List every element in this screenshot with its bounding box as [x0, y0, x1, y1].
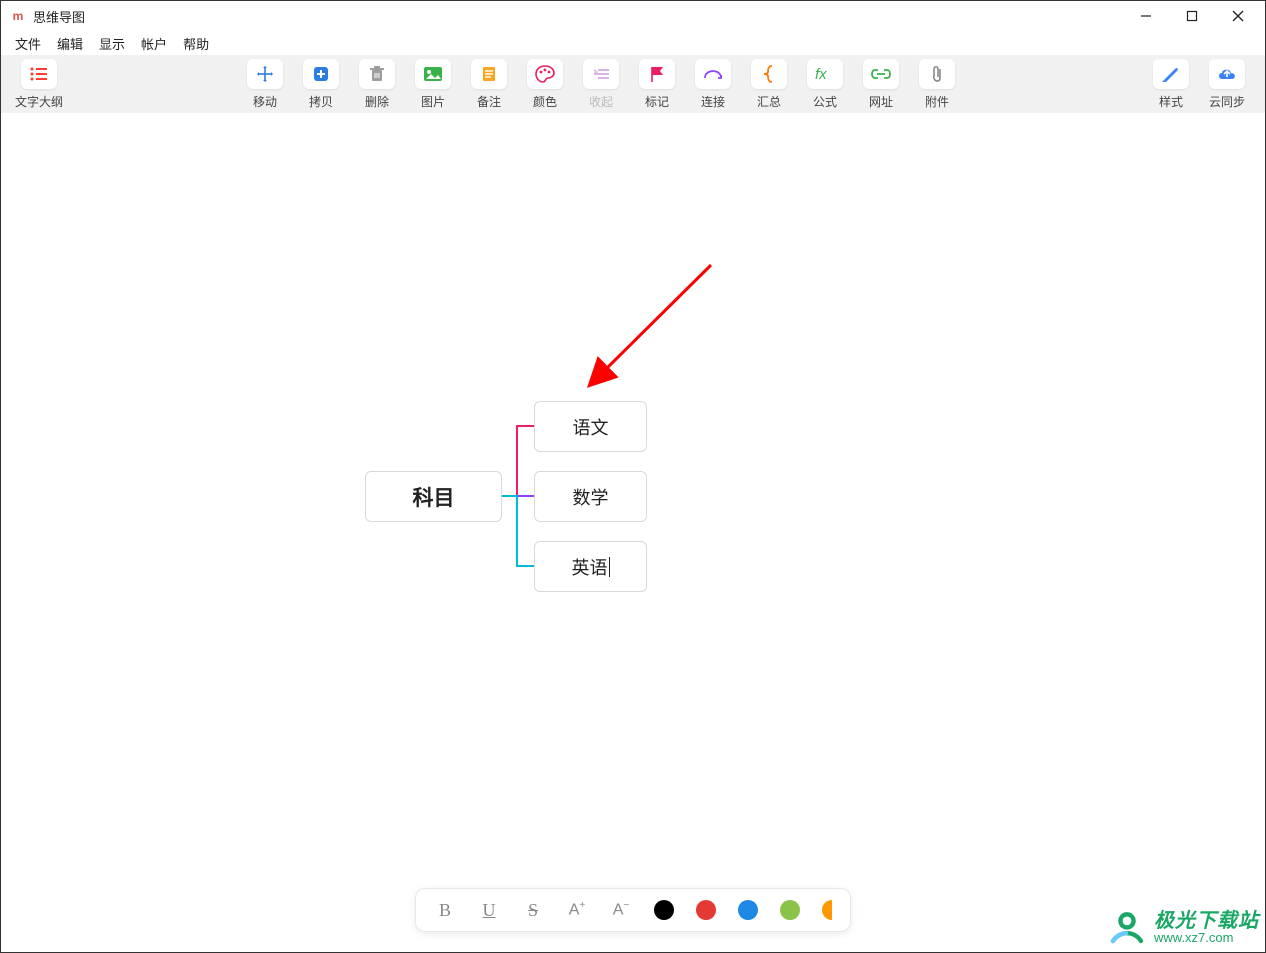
summary-button[interactable]: 汇总 — [741, 59, 797, 110]
toolbar: 文字大纲 移动 拷贝 删除 图片 备注 — [1, 55, 1265, 113]
copy-icon — [303, 59, 339, 89]
bold-button[interactable]: B — [434, 900, 456, 921]
titlebar: m 思维导图 — [1, 1, 1265, 31]
connect-icon — [695, 59, 731, 89]
font-decrease-button[interactable]: A− — [610, 900, 632, 919]
connector-lines — [1, 113, 701, 813]
window-title: 思维导图 — [33, 7, 85, 26]
menubar: 文件 编辑 显示 帐户 帮助 — [1, 31, 1265, 55]
delete-button[interactable]: 删除 — [349, 59, 405, 110]
watermark-cn: 极光下载站 — [1154, 911, 1259, 931]
move-button[interactable]: 移动 — [237, 59, 293, 110]
window-controls — [1123, 1, 1261, 31]
format-toolbar: B U S A+ A− — [415, 888, 851, 932]
color-swatch-green[interactable] — [780, 900, 800, 920]
color-button[interactable]: 颜色 — [517, 59, 573, 110]
outline-label: 文字大纲 — [15, 93, 63, 110]
underline-button[interactable]: U — [478, 900, 500, 921]
text-cursor — [609, 557, 610, 577]
child1-text: 语文 — [573, 414, 609, 440]
close-button[interactable] — [1215, 1, 1261, 31]
mindmap-child-2[interactable]: 数学 — [534, 471, 647, 522]
brace-icon — [751, 59, 787, 89]
menu-edit[interactable]: 编辑 — [49, 32, 91, 55]
tool-group-right: 样式 云同步 — [1143, 59, 1255, 110]
titlebar-left: m 思维导图 — [11, 7, 85, 26]
mindmap-canvas[interactable]: 科目 语文 数学 英语 B U S A+ A− — [1, 113, 1265, 952]
color-swatch-blue[interactable] — [738, 900, 758, 920]
cloud-sync-button[interactable]: 云同步 — [1199, 59, 1255, 110]
root-text: 科目 — [413, 482, 455, 512]
link-icon — [863, 59, 899, 89]
paperclip-icon — [919, 59, 955, 89]
note-button[interactable]: 备注 — [461, 59, 517, 110]
collapse-icon — [583, 59, 619, 89]
image-button[interactable]: 图片 — [405, 59, 461, 110]
marker-button[interactable]: 标记 — [629, 59, 685, 110]
maximize-button[interactable] — [1169, 1, 1215, 31]
style-button[interactable]: 样式 — [1143, 59, 1199, 110]
flag-icon — [639, 59, 675, 89]
menu-file[interactable]: 文件 — [7, 32, 49, 55]
tool-group-main: 移动 拷贝 删除 图片 备注 颜色 — [237, 59, 965, 110]
menu-account[interactable]: 帐户 — [133, 32, 175, 55]
app-window: m 思维导图 文件 编辑 显示 帐户 帮助 文字大纲 — [0, 0, 1266, 953]
mindmap-child-1[interactable]: 语文 — [534, 401, 647, 452]
app-icon: m — [11, 9, 25, 23]
color-swatch-black[interactable] — [654, 900, 674, 920]
annotation-arrow — [586, 253, 726, 393]
list-icon — [21, 59, 57, 89]
trash-icon — [359, 59, 395, 89]
mindmap-root-node[interactable]: 科目 — [365, 471, 502, 522]
svg-text:fx: fx — [815, 66, 827, 82]
watermark: 极光下载站 www.xz7.com — [1106, 906, 1259, 948]
menu-view[interactable]: 显示 — [91, 32, 133, 55]
watermark-url: www.xz7.com — [1154, 931, 1233, 944]
child2-text: 数学 — [573, 484, 609, 510]
image-icon — [415, 59, 451, 89]
connect-button[interactable]: 连接 — [685, 59, 741, 110]
minimize-button[interactable] — [1123, 1, 1169, 31]
move-icon — [247, 59, 283, 89]
palette-icon — [527, 59, 563, 89]
url-button[interactable]: 网址 — [853, 59, 909, 110]
strikethrough-button[interactable]: S — [522, 900, 544, 921]
color-swatch-orange[interactable] — [822, 900, 832, 920]
collapse-button[interactable]: 收起 — [573, 59, 629, 110]
mindmap-child-3[interactable]: 英语 — [534, 541, 647, 592]
watermark-icon — [1106, 906, 1148, 948]
child3-text: 英语 — [572, 554, 608, 580]
color-swatch-red[interactable] — [696, 900, 716, 920]
note-icon — [471, 59, 507, 89]
fx-icon: fx — [807, 59, 843, 89]
outline-button[interactable]: 文字大纲 — [11, 59, 67, 110]
attachment-button[interactable]: 附件 — [909, 59, 965, 110]
font-increase-button[interactable]: A+ — [566, 900, 588, 919]
copy-button[interactable]: 拷贝 — [293, 59, 349, 110]
cloud-icon — [1209, 59, 1245, 89]
formula-button[interactable]: fx 公式 — [797, 59, 853, 110]
menu-help[interactable]: 帮助 — [175, 32, 217, 55]
brush-icon — [1153, 59, 1189, 89]
